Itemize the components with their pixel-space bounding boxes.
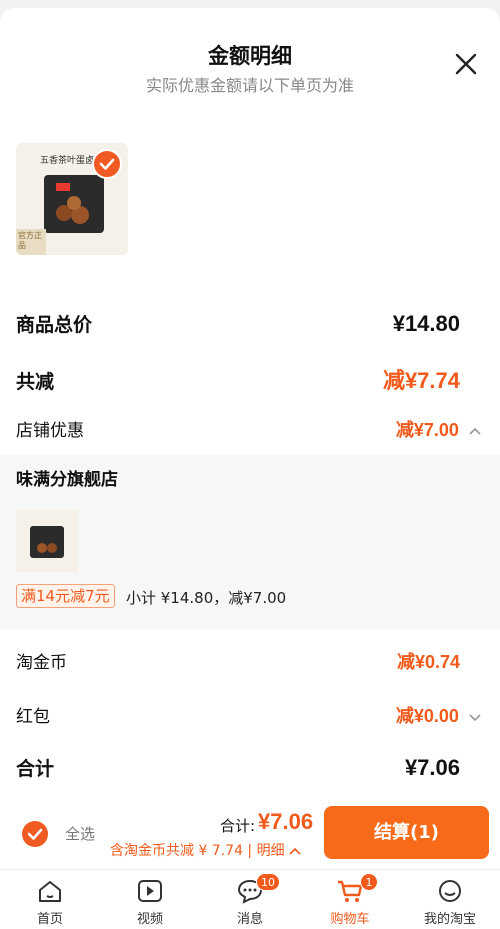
product-selected-checkbox[interactable] <box>92 149 122 179</box>
detail-toggle[interactable]: 含淘金币共减 ¥ 7.74 | 明细 <box>110 840 301 860</box>
tab-cart[interactable]: 1 购物车 <box>300 870 400 929</box>
cart-badge: 1 <box>360 873 378 891</box>
coin-value: 减¥0.74 <box>396 652 460 672</box>
store-subtotal: 小计 ¥14.80，减¥7.00 <box>126 589 287 607</box>
sum-row: 合计 ¥7.06 <box>16 754 460 781</box>
select-all-checkbox[interactable] <box>22 821 48 847</box>
video-icon <box>138 880 162 902</box>
checkout-total-value: ¥7.06 <box>258 809 314 834</box>
tab-home-label: 首页 <box>36 912 63 927</box>
bottom-tab-bar: 首页 视频 10 消息 1 购物车 我的淘宝 <box>0 869 500 929</box>
discount-value: 减¥7.74 <box>382 368 460 393</box>
shop-discount-label: 店铺优惠 <box>16 421 84 441</box>
tab-cart-label: 购物车 <box>330 912 370 927</box>
chevron-down-icon[interactable] <box>468 712 482 722</box>
shop-discount-row[interactable]: 店铺优惠 减¥7.00 <box>16 416 482 442</box>
tab-messages[interactable]: 10 消息 <box>200 870 300 929</box>
total-price-value: ¥14.80 <box>392 311 460 336</box>
promo-tag: 满14元减7元 <box>16 584 115 608</box>
total-price-row: 商品总价 ¥14.80 <box>16 310 460 337</box>
shop-discount-value: 减¥7.00 <box>395 420 459 440</box>
tab-home[interactable]: 首页 <box>0 870 100 929</box>
profile-icon <box>439 880 461 902</box>
redpacket-label: 红包 <box>16 707 50 727</box>
tab-profile[interactable]: 我的淘宝 <box>400 870 500 929</box>
coin-row: 淘金币 减¥0.74 <box>16 648 460 674</box>
select-all-label[interactable]: 全选 <box>65 823 95 844</box>
redpacket-row[interactable]: 红包 减¥0.00 <box>16 702 482 728</box>
sum-value: ¥7.06 <box>404 755 460 780</box>
sum-label: 合计 <box>16 758 55 780</box>
tab-messages-label: 消息 <box>236 912 263 927</box>
sheet-subtitle: 实际优惠金额请以下单页为准 <box>145 76 354 95</box>
official-badge: 官方正品 <box>18 231 42 250</box>
checkout-button[interactable]: 结算(1) <box>324 806 489 859</box>
store-name[interactable]: 味满分旗舰店 <box>16 465 118 490</box>
tab-video-label: 视频 <box>136 912 163 927</box>
discount-row: 共减 减¥7.74 <box>16 363 460 395</box>
total-price-label: 商品总价 <box>16 314 93 336</box>
close-icon[interactable] <box>454 52 478 76</box>
coin-label: 淘金币 <box>16 653 67 673</box>
store-product-image <box>16 510 78 572</box>
redpacket-value: 减¥0.00 <box>395 706 459 726</box>
discount-label: 共减 <box>16 371 55 393</box>
checkmark-icon <box>99 158 115 170</box>
checkout-total-label: 合计: <box>220 817 256 835</box>
discount-note: 含淘金币共减 ¥ 7.74 | 明细 <box>110 843 285 859</box>
store-product-thumbnail[interactable] <box>16 510 78 572</box>
home-icon <box>39 881 61 902</box>
chevron-up-icon <box>289 847 301 855</box>
tab-video[interactable]: 视频 <box>100 870 200 929</box>
sheet-title: 金额明细 <box>208 44 292 68</box>
checkmark-icon <box>27 828 43 840</box>
chevron-up-icon[interactable] <box>468 426 482 436</box>
tab-profile-label: 我的淘宝 <box>423 912 476 927</box>
message-badge: 10 <box>256 873 280 891</box>
